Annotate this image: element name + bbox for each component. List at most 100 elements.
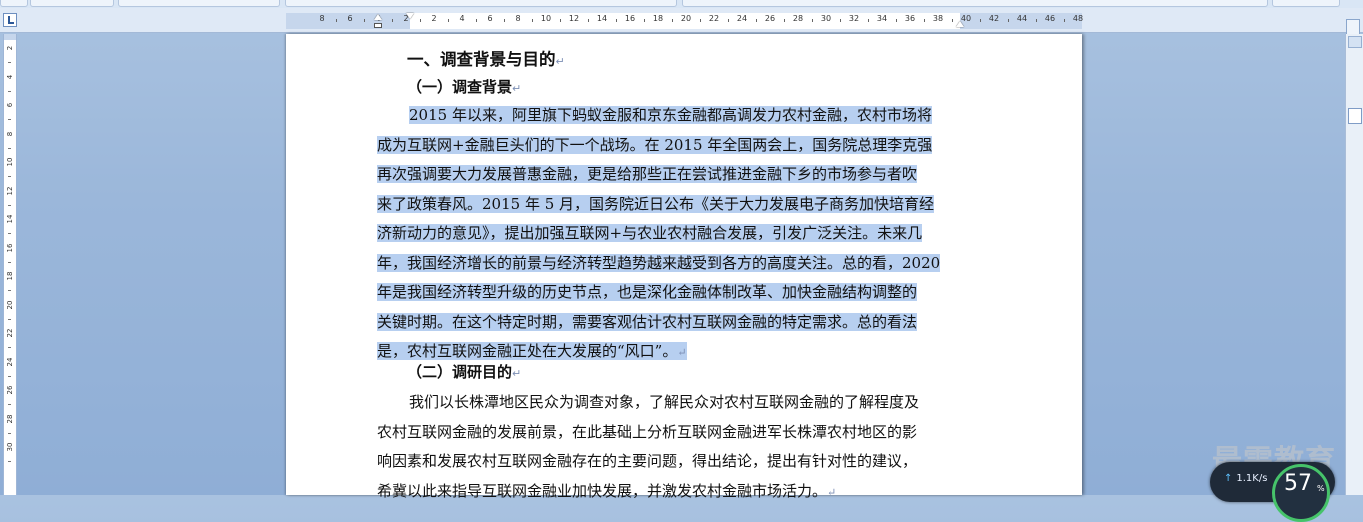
vertical-ruler-tick (8, 119, 11, 121)
scrollbar-thumb[interactable] (1348, 108, 1362, 124)
vertical-ruler-tick (8, 261, 11, 263)
paragraph-mark: ↵ (677, 346, 687, 359)
selected-text: 关键时期。在这个特定时期，需要客观估计农村互联网金融的特定需求。总的看法 (377, 312, 918, 331)
ruler-label: 2 (431, 14, 437, 23)
ruler-label: 22 (708, 14, 720, 23)
ruler-label: 12 (568, 14, 580, 23)
ribbon-group[interactable] (682, 0, 1268, 7)
vertical-ruler-top-margin (4, 34, 16, 40)
left-indent-marker[interactable] (374, 23, 382, 28)
ruler-tick (840, 19, 841, 22)
first-line-indent-marker[interactable] (406, 13, 414, 19)
ruler-tick (784, 19, 785, 22)
ruler-label: 8 (515, 14, 521, 23)
usage-percent-sign: % (1317, 484, 1325, 493)
vertical-ruler-label: 22 (6, 328, 14, 338)
vertical-ruler-label: 20 (6, 300, 14, 309)
upload-arrow-icon: ↑ (1224, 473, 1233, 484)
network-speed-widget[interactable]: ↑ 1.1K/s 57 % (1210, 462, 1335, 522)
heading-text: 一、调查背景与目的 (407, 50, 556, 69)
ruler-tick (728, 19, 729, 22)
ruler-label: 4 (459, 14, 465, 23)
text-line: 关键时期。在这个特定时期，需要客观估计农村互联网金融的特定需求。总的看法 (377, 308, 967, 338)
vertical-ruler-label: 8 (6, 131, 14, 136)
text-line: 我们以长株潭地区民众为调查对象，了解民众对农村互联网金融的了解程度及 (377, 388, 967, 418)
ruler-label: 6 (487, 14, 493, 23)
right-indent-marker[interactable] (956, 21, 964, 27)
vertical-ruler-label: 30 (6, 442, 14, 452)
document-page[interactable]: 一、调查背景与目的↵ （一）调查背景↵ 2015 年以来，阿里旗下蚂蚁金服和京东… (286, 34, 1082, 500)
selected-text: 年，我国经济增长的前景与经济转型趋势越来越受到各方的高度关注。总的看，2020 (377, 253, 941, 272)
ruler-tick (560, 19, 561, 22)
vertical-ruler-label: 26 (6, 385, 14, 395)
paragraph-mark: ↵ (827, 485, 837, 499)
ruler-tick (420, 19, 421, 22)
horizontal-ruler[interactable]: 8 6 4 2 2 4 6 8 10 12 14 16 18 20 22 24 26 28 30 32 34 36 38 40… (286, 13, 1084, 29)
ruler-label: 26 (764, 14, 776, 23)
section2-heading: （二）调研目的↵ (407, 361, 521, 382)
vertical-ruler-tick (8, 404, 11, 406)
vertical-ruler-tick (8, 318, 11, 320)
selected-text: 2015 年以来，阿里旗下蚂蚁金服和京东金融都高调发力农村金融，农村市场将 (409, 106, 932, 124)
vertical-ruler-label: 16 (6, 243, 14, 252)
ribbon-tab-edge[interactable] (0, 0, 28, 7)
ruler-label: 30 (820, 14, 832, 23)
scroll-up-button[interactable] (1348, 36, 1362, 48)
section1-paragraph[interactable]: 2015 年以来，阿里旗下蚂蚁金服和京东金融都高调发力农村金融，农村市场将 成为… (377, 101, 967, 367)
vertical-ruler-tick (8, 347, 11, 349)
text-line: 成为互联网+金融巨头们的下一个战场。在 2015 年全国两会上，国务院总理李克强 (377, 131, 967, 161)
vertical-ruler-tick (8, 62, 11, 64)
line-text: 是，农村互联网金融正处在大发展的“风口”。 (377, 342, 678, 360)
section2-paragraph[interactable]: 我们以长株潭地区民众为调查对象，了解民众对农村互联网金融的了解程度及 农村互联网… (377, 388, 967, 506)
ruler-tick (952, 19, 953, 22)
vertical-ruler-label: 14 (6, 214, 14, 224)
text-line: 希冀以此来指导互联网金融业加快发展，并激发农村金融市场活力。↵ (377, 477, 967, 507)
selected-text: 是，农村互联网金融正处在大发展的“风口”。↵ (377, 342, 687, 360)
ruler-tick (700, 19, 701, 22)
ruler-tick (980, 19, 981, 22)
vertical-ruler-tick (8, 233, 11, 235)
vertical-scrollbar[interactable] (1345, 34, 1363, 495)
tab-stop-selector-icon[interactable] (3, 13, 17, 27)
ruler-tick (672, 19, 673, 22)
vertical-ruler[interactable]: 2 4 6 8 10 12 14 16 18 20 22 24 26 28 30 (3, 34, 17, 495)
vertical-ruler-tick (8, 290, 11, 292)
ruler-label: 48 (1072, 14, 1084, 23)
text-line: 再次强调要大力发展普惠金融，更是给那些正在尝试推进金融下乡的市场参与者吹 (377, 160, 967, 190)
hanging-indent-marker[interactable] (374, 14, 382, 20)
ruler-tick (392, 19, 393, 22)
vertical-ruler-label: 28 (6, 414, 14, 423)
vertical-ruler-label: 12 (6, 186, 14, 195)
vertical-ruler-label: 10 (6, 157, 14, 167)
ribbon-group[interactable] (285, 0, 677, 7)
selected-text: 再次强调要大力发展普惠金融，更是给那些正在尝试推进金融下乡的市场参与者吹 (377, 165, 918, 183)
vertical-ruler-label: 4 (6, 74, 14, 79)
ruler-label: 44 (1016, 14, 1028, 23)
text-line: 农村互联网金融的发展前景，在此基础上分析互联网金融进军长株潭农村地区的影 (377, 418, 967, 448)
ruler-tick (476, 19, 477, 22)
ribbon-group[interactable] (30, 0, 114, 7)
ruler-tick (532, 19, 533, 22)
ruler-tick (924, 19, 925, 22)
ruler-tick (756, 19, 757, 22)
ruler-tick (1008, 19, 1009, 22)
ruler-label: 38 (932, 14, 944, 23)
ruler-label: 34 (876, 14, 888, 23)
view-ruler-button[interactable] (1346, 19, 1360, 35)
ruler-label: 8 (319, 14, 325, 23)
usage-percent: 57 (1284, 471, 1312, 496)
ribbon-group[interactable] (1272, 0, 1340, 7)
vertical-ruler-tick (8, 204, 11, 206)
vertical-ruler-tick (8, 461, 11, 463)
line-text: 农村互联网金融的发展前景，在此基础上分析互联网金融进军长株潭农村地区的影 (377, 422, 918, 441)
paragraph-mark: ↵ (512, 367, 522, 380)
ribbon-group[interactable] (118, 0, 280, 7)
ruler-tick (896, 19, 897, 22)
selected-text: 成为互联网+金融巨头们的下一个战场。在 2015 年全国两会上，国务院总理李克强 (377, 135, 933, 154)
ruler-tick (644, 19, 645, 22)
selected-text: 来了政策春风。2015 年 5 月，国务院近日公布《关于大力发展电子商务加快培育… (377, 194, 935, 213)
selected-text: 年是我国经济转型升级的历史节点，也是深化金融体制改革、加快金融结构调整的 (377, 283, 918, 301)
ruler-tick (616, 19, 617, 22)
line-text: 希冀以此来指导互联网金融业加快发展，并激发农村金融市场活力。 (377, 481, 828, 500)
ruler-tick (364, 19, 365, 22)
